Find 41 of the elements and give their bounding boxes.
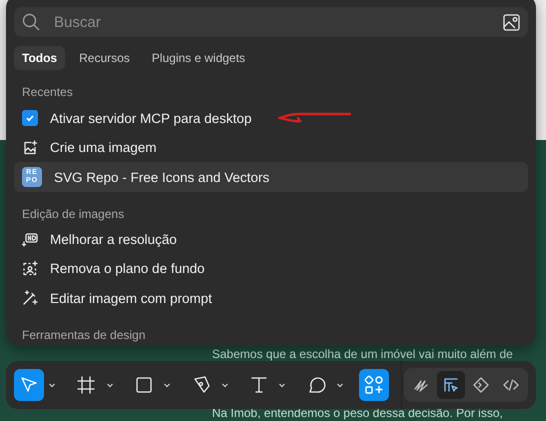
search-icon [22,13,40,32]
diamond-icon [473,377,490,393]
code-icon [503,377,520,393]
remove-background-icon [22,260,38,277]
pen-icon [192,375,212,395]
menu-item[interactable]: Crie uma imagem [14,132,528,162]
section-title: Recentes [21,84,74,100]
menu-item-label: Ativar servidor MCP para desktop [50,110,252,126]
menu-item[interactable]: Melhorar a resolução [14,224,528,254]
tab[interactable]: Todos [14,46,66,70]
checkmark-icon [25,113,35,124]
tool-button[interactable] [14,369,44,401]
menu-item-label: Melhorar a resolução [50,232,177,247]
shapes-plus-icon [364,375,384,395]
search-input[interactable]: Buscar [52,12,491,32]
text-icon [249,375,270,395]
page-text: Na Imob, entendemos o peso dessa decisão. Por isso, [212,406,503,420]
menu-item-label: Editar imagem com prompt [50,290,212,306]
tab[interactable]: Plugins e widgets [144,46,254,70]
menu-item[interactable]: Remova o plano de fundo [14,254,528,284]
page-text: Sabemos que a escolha de um imóvel vai muito além de [212,347,513,361]
frame-icon [76,375,96,395]
mode-button[interactable] [437,371,466,399]
tab[interactable]: Recursos [71,46,138,70]
menu-item-label: Crie uma imagem [50,140,157,156]
checkbox[interactable] [22,110,38,126]
menu-item-label: Remova o plano de fundo [50,261,205,276]
menu-item[interactable]: Editar imagem com prompt [14,284,528,314]
search-field[interactable]: Buscar [14,7,528,38]
section-title: Edição de imagens [21,206,126,221]
design-icon [443,377,460,393]
menu-item[interactable]: Ativar servidor MCP para desktop [14,103,528,133]
comment-icon [306,375,327,395]
magic-wand-icon [22,290,38,306]
actions-button[interactable] [359,369,390,401]
image-search-icon[interactable] [503,14,520,31]
menu-item-label: SVG Repo - Free Icons and Vectors [54,170,270,185]
image-sparkle-icon [22,140,38,156]
rectangle-icon [134,375,154,395]
hd-upscale-icon [22,231,38,248]
section-title: Ferramentas de design [21,326,146,342]
